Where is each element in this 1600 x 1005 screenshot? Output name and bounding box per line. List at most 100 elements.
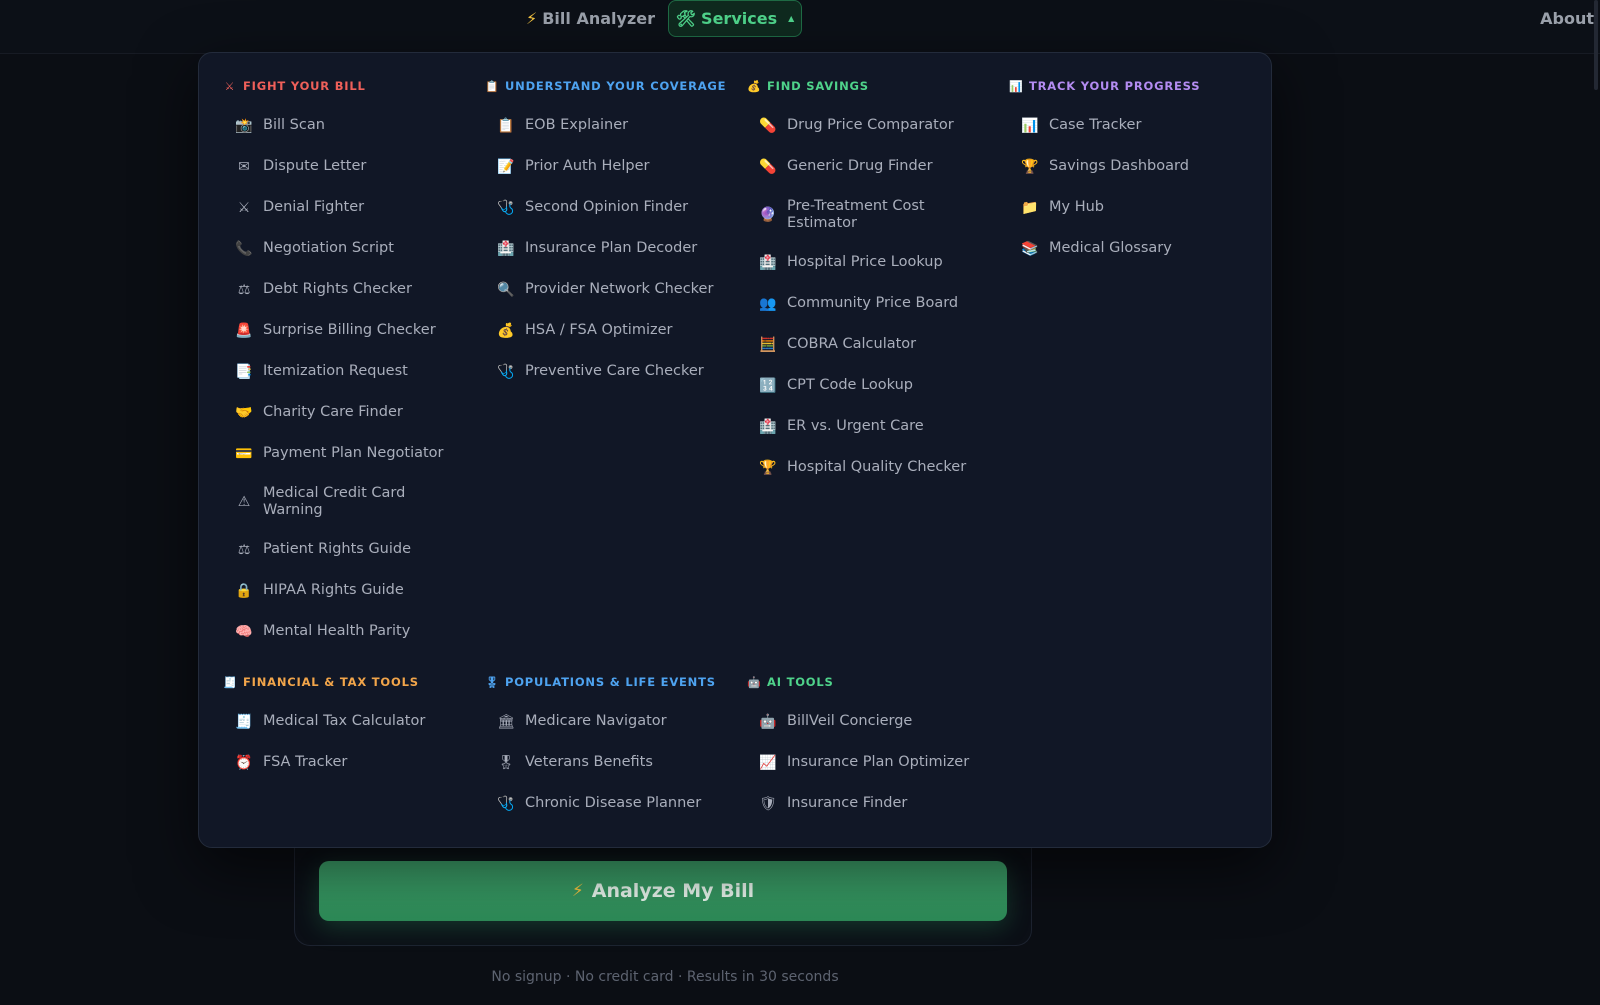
menu-item-label: Payment Plan Negotiator xyxy=(263,445,444,461)
menu-item-generic-drug-finder[interactable]: 💊 Generic Drug Finder xyxy=(747,146,997,187)
menu-item-label: Case Tracker xyxy=(1049,117,1142,133)
menu-item-label: Mental Health Parity xyxy=(263,623,411,639)
menu-item-icon: 📑 xyxy=(235,363,253,380)
analyze-my-bill-button[interactable]: ⚡ Analyze My Bill xyxy=(319,861,1007,921)
menu-item-icon: ⏰ xyxy=(235,754,253,771)
menu-item-veterans-benefits[interactable]: 🎖 Veterans Benefits xyxy=(485,742,735,783)
menu-item-bill-scan[interactable]: 📸 Bill Scan xyxy=(223,105,473,146)
menu-item-icon: 💳 xyxy=(235,445,253,462)
menu-item-surprise-billing-checker[interactable]: 🚨 Surprise Billing Checker xyxy=(223,310,473,351)
menu-item-label: Drug Price Comparator xyxy=(787,117,954,133)
menu-item-provider-network-checker[interactable]: 🔍 Provider Network Checker xyxy=(485,269,735,310)
menu-item-label: Insurance Plan Optimizer xyxy=(787,754,970,770)
menu-item-icon: 🛡 xyxy=(759,795,777,812)
section-header: 📋 UNDERSTAND YOUR COVERAGE xyxy=(485,75,735,97)
menu-item-charity-care-finder[interactable]: 🤝 Charity Care Finder xyxy=(223,392,473,433)
menu-item-insurance-finder[interactable]: 🛡 Insurance Finder xyxy=(747,783,997,824)
menu-item-savings-dashboard[interactable]: 🏆 Savings Dashboard xyxy=(1009,146,1259,187)
menu-item-my-hub[interactable]: 📁 My Hub xyxy=(1009,187,1259,228)
menu-item-icon: 🔢 xyxy=(759,377,777,394)
section-header: 📊 TRACK YOUR PROGRESS xyxy=(1009,75,1259,97)
lightning-icon: ⚡ xyxy=(571,881,584,901)
page-scrollbar[interactable] xyxy=(1594,0,1598,90)
menu-item-label: Medicare Navigator xyxy=(525,713,667,729)
menu-item-hipaa-rights-guide[interactable]: 🔒 HIPAA Rights Guide xyxy=(223,570,473,611)
section-header: 🤖 AI TOOLS xyxy=(747,671,997,693)
menu-item-debt-rights-checker[interactable]: ⚖ Debt Rights Checker xyxy=(223,269,473,310)
menu-item-icon: 💊 xyxy=(759,158,777,175)
menu-item-label: Veterans Benefits xyxy=(525,754,653,770)
section-header: 🧾 FINANCIAL & TAX TOOLS xyxy=(223,671,473,693)
menu-item-icon: 📞 xyxy=(235,240,253,257)
menu-item-icon: 🏆 xyxy=(1021,158,1039,175)
menu-item-cpt-code-lookup[interactable]: 🔢 CPT Code Lookup xyxy=(747,365,997,406)
menu-item-chronic-disease-planner[interactable]: 🩺 Chronic Disease Planner xyxy=(485,783,735,824)
menu-item-second-opinion-finder[interactable]: 🩺 Second Opinion Finder xyxy=(485,187,735,228)
menu-item-icon: 🔍 xyxy=(497,281,515,298)
menu-item-hospital-price-lookup[interactable]: 🏥 Hospital Price Lookup xyxy=(747,242,997,283)
menu-item-eob-explainer[interactable]: 📋 EOB Explainer xyxy=(485,105,735,146)
menu-item-case-tracker[interactable]: 📊 Case Tracker xyxy=(1009,105,1259,146)
menu-item-community-price-board[interactable]: 👥 Community Price Board xyxy=(747,283,997,324)
menu-item-label: Patient Rights Guide xyxy=(263,541,412,557)
nav-bill-analyzer-link[interactable]: ⚡ Bill Analyzer xyxy=(526,0,655,37)
menu-item-fsa-tracker[interactable]: ⏰ FSA Tracker xyxy=(223,742,473,783)
menu-item-label: Savings Dashboard xyxy=(1049,158,1189,174)
section-icon: ⚔ xyxy=(224,79,236,93)
menu-item-pre-treatment-cost-estimator[interactable]: 🔮 Pre-Treatment Cost Estimator xyxy=(747,187,997,242)
menu-item-icon: 📋 xyxy=(497,117,515,134)
menu-item-label: Medical Glossary xyxy=(1049,240,1172,256)
menu-section-fight-your-bill: ⚔ FIGHT YOUR BILL 📸 Bill Scan ✉ Dispute Lette… xyxy=(223,75,473,652)
menu-item-icon: 💰 xyxy=(497,322,515,339)
menu-item-itemization-request[interactable]: 📑 Itemization Request xyxy=(223,351,473,392)
menu-item-dispute-letter[interactable]: ✉ Dispute Letter xyxy=(223,146,473,187)
menu-item-denial-fighter[interactable]: ⚔ Denial Fighter xyxy=(223,187,473,228)
section-title: AI TOOLS xyxy=(767,675,834,689)
section-icon: 💰 xyxy=(747,79,762,93)
menu-item-hsa-fsa-optimizer[interactable]: 💰 HSA / FSA Optimizer xyxy=(485,310,735,351)
section-title: UNDERSTAND YOUR COVERAGE xyxy=(505,79,727,93)
menu-item-icon: ✉ xyxy=(238,158,250,175)
section-icon: 📋 xyxy=(485,79,500,93)
menu-item-insurance-plan-optimizer[interactable]: 📈 Insurance Plan Optimizer xyxy=(747,742,997,783)
menu-item-icon: 🏆 xyxy=(759,459,777,476)
menu-item-er-vs-urgent-care[interactable]: 🏥 ER vs. Urgent Care xyxy=(747,406,997,447)
nav-services-button[interactable]: 🛠 Services ▲ xyxy=(668,0,802,37)
services-dropdown-menu: ⚔ FIGHT YOUR BILL 📸 Bill Scan ✉ Dispute Lette… xyxy=(198,52,1272,848)
nav-services-label: Services xyxy=(701,9,778,28)
menu-item-patient-rights-guide[interactable]: ⚖ Patient Rights Guide xyxy=(223,529,473,570)
section-icon: 🧾 xyxy=(223,675,238,689)
menu-item-preventive-care-checker[interactable]: 🩺 Preventive Care Checker xyxy=(485,351,735,392)
menu-item-medical-tax-calculator[interactable]: 🧾 Medical Tax Calculator xyxy=(223,701,473,742)
menu-item-billveil-concierge[interactable]: 🤖 BillVeil Concierge xyxy=(747,701,997,742)
section-header: 🎖 POPULATIONS & LIFE EVENTS xyxy=(485,671,735,693)
menu-item-label: Bill Scan xyxy=(263,117,325,133)
section-title: POPULATIONS & LIFE EVENTS xyxy=(505,675,716,689)
menu-item-hospital-quality-checker[interactable]: 🏆 Hospital Quality Checker xyxy=(747,447,997,488)
menu-item-drug-price-comparator[interactable]: 💊 Drug Price Comparator xyxy=(747,105,997,146)
menu-item-label: FSA Tracker xyxy=(263,754,348,770)
nav-about-link[interactable]: About xyxy=(1540,0,1594,37)
menu-item-label: Denial Fighter xyxy=(263,199,365,215)
menu-item-label: Preventive Care Checker xyxy=(525,363,704,379)
menu-item-mental-health-parity[interactable]: 🧠 Mental Health Parity xyxy=(223,611,473,652)
menu-item-label: EOB Explainer xyxy=(525,117,629,133)
menu-item-prior-auth-helper[interactable]: 📝 Prior Auth Helper xyxy=(485,146,735,187)
menu-item-label: ER vs. Urgent Care xyxy=(787,418,924,434)
menu-item-icon: 💊 xyxy=(759,117,777,134)
menu-item-label: BillVeil Concierge xyxy=(787,713,913,729)
menu-item-medical-credit-card-warning[interactable]: ⚠ Medical Credit Card Warning xyxy=(223,474,473,529)
menu-item-icon: 🏥 xyxy=(759,254,777,271)
menu-item-negotiation-script[interactable]: 📞 Negotiation Script xyxy=(223,228,473,269)
menu-item-icon: ⚠ xyxy=(237,493,251,510)
menu-item-payment-plan-negotiator[interactable]: 💳 Payment Plan Negotiator xyxy=(223,433,473,474)
tools-icon: 🛠 xyxy=(675,9,697,28)
menu-item-medical-glossary[interactable]: 📚 Medical Glossary xyxy=(1009,228,1259,269)
menu-item-icon: 🩺 xyxy=(497,795,515,812)
menu-item-label: Insurance Finder xyxy=(787,795,908,811)
menu-item-medicare-navigator[interactable]: 🏛 Medicare Navigator xyxy=(485,701,735,742)
menu-section-financial-tax-tools: 🧾 FINANCIAL & TAX TOOLS 🧾 Medical Tax Calcu… xyxy=(223,671,473,783)
menu-item-insurance-plan-decoder[interactable]: 🏥 Insurance Plan Decoder xyxy=(485,228,735,269)
menu-item-icon: 🔮 xyxy=(759,206,777,223)
menu-item-cobra-calculator[interactable]: 🧮 COBRA Calculator xyxy=(747,324,997,365)
